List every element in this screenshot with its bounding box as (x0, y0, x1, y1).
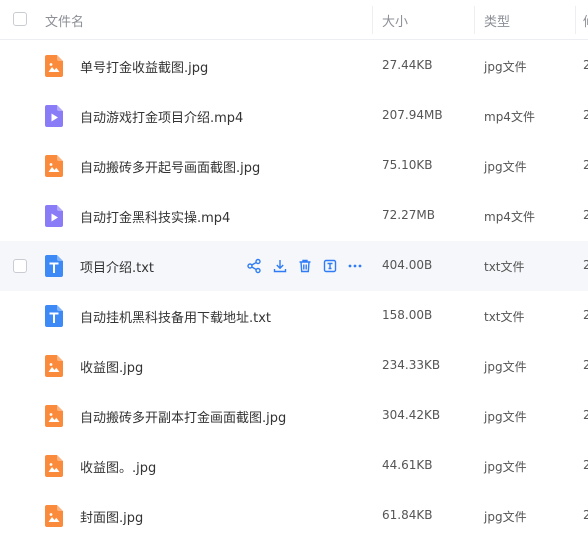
file-row[interactable]: 自动游戏打金项目介绍.mp4 207.94MB mp4文件 2 (0, 91, 588, 141)
file-size: 61.84KB (382, 508, 433, 522)
file-row[interactable]: 自动打金黑科技实操.mp4 72.27MB mp4文件 2 (0, 191, 588, 241)
share-icon[interactable] (246, 258, 262, 274)
file-row[interactable]: 收益图。.jpg 44.61KB jpg文件 2 (0, 441, 588, 491)
image-file-icon (45, 455, 63, 477)
file-modified-truncated: 2 (583, 208, 588, 222)
file-row[interactable]: 单号打金收益截图.jpg 27.44KB jpg文件 2 (0, 41, 588, 91)
file-name[interactable]: 自动游戏打金项目介绍.mp4 (80, 107, 243, 126)
image-file-icon (45, 155, 63, 177)
file-size: 44.61KB (382, 458, 433, 472)
file-type: mp4文件 (484, 110, 535, 124)
file-modified-truncated: 2 (583, 258, 588, 272)
image-file-icon (45, 405, 63, 427)
file-type: txt文件 (484, 260, 525, 274)
file-type: jpg文件 (484, 460, 527, 474)
file-modified-truncated: 2 (583, 358, 588, 372)
file-row[interactable]: 自动搬砖多开起号画面截图.jpg 75.10KB jpg文件 2 (0, 141, 588, 191)
file-modified-truncated: 2 (583, 58, 588, 72)
file-type: jpg文件 (484, 160, 527, 174)
column-divider (575, 6, 576, 34)
image-file-icon (45, 55, 63, 77)
file-name[interactable]: 收益图。.jpg (80, 457, 156, 476)
file-name[interactable]: 自动搬砖多开起号画面截图.jpg (80, 157, 260, 176)
rename-icon[interactable] (322, 258, 338, 274)
file-modified-truncated: 2 (583, 158, 588, 172)
select-all-checkbox[interactable] (13, 12, 27, 26)
file-name[interactable]: 收益图.jpg (80, 357, 143, 376)
video-file-icon (45, 205, 63, 227)
file-size: 72.27MB (382, 208, 435, 222)
file-modified-truncated: 2 (583, 508, 588, 522)
delete-icon[interactable] (297, 258, 313, 274)
file-name[interactable]: 单号打金收益截图.jpg (80, 57, 208, 76)
file-row[interactable]: 自动搬砖多开副本打金画面截图.jpg 304.42KB jpg文件 2 (0, 391, 588, 441)
file-size: 304.42KB (382, 408, 441, 422)
file-row[interactable]: 自动挂机黑科技备用下载地址.txt 158.00B txt文件 2 (0, 291, 588, 341)
file-modified-truncated: 2 (583, 408, 588, 422)
file-type: mp4文件 (484, 210, 535, 224)
file-size: 234.33KB (382, 358, 441, 372)
file-name[interactable]: 自动搬砖多开副本打金画面截图.jpg (80, 407, 286, 426)
file-name[interactable]: 自动打金黑科技实操.mp4 (80, 207, 230, 226)
column-header-size[interactable]: 大小 (382, 11, 408, 30)
file-name[interactable]: 自动挂机黑科技备用下载地址.txt (80, 307, 271, 326)
file-type: jpg文件 (484, 410, 527, 424)
file-type: jpg文件 (484, 360, 527, 374)
file-type: jpg文件 (484, 60, 527, 74)
file-size: 75.10KB (382, 158, 433, 172)
video-file-icon (45, 105, 63, 127)
file-size: 207.94MB (382, 108, 443, 122)
row-checkbox[interactable] (13, 259, 27, 273)
file-modified-truncated: 2 (583, 108, 588, 122)
image-file-icon (45, 355, 63, 377)
file-modified-truncated: 2 (583, 308, 588, 322)
file-row[interactable]: 封面图.jpg 61.84KB jpg文件 2 (0, 491, 588, 541)
file-type: txt文件 (484, 310, 525, 324)
file-list-header: 文件名 大小 类型 修 (0, 0, 588, 40)
column-header-modified[interactable]: 修 (583, 11, 588, 30)
column-header-type[interactable]: 类型 (484, 11, 510, 30)
file-size: 27.44KB (382, 58, 433, 72)
more-icon[interactable] (347, 258, 363, 274)
file-row[interactable]: 项目介绍.txt 404.00B txt文件 2 (0, 241, 588, 291)
column-divider (372, 6, 373, 34)
file-row[interactable]: 收益图.jpg 234.33KB jpg文件 2 (0, 341, 588, 391)
text-file-icon (45, 255, 63, 277)
file-name[interactable]: 封面图.jpg (80, 507, 143, 526)
download-icon[interactable] (272, 258, 288, 274)
file-size: 158.00B (382, 308, 433, 322)
column-header-name[interactable]: 文件名 (45, 11, 84, 30)
file-name[interactable]: 项目介绍.txt (80, 257, 154, 276)
file-type: jpg文件 (484, 510, 527, 524)
file-modified-truncated: 2 (583, 458, 588, 472)
image-file-icon (45, 505, 63, 527)
text-file-icon (45, 305, 63, 327)
column-divider (474, 6, 475, 34)
file-size: 404.00B (382, 258, 433, 272)
